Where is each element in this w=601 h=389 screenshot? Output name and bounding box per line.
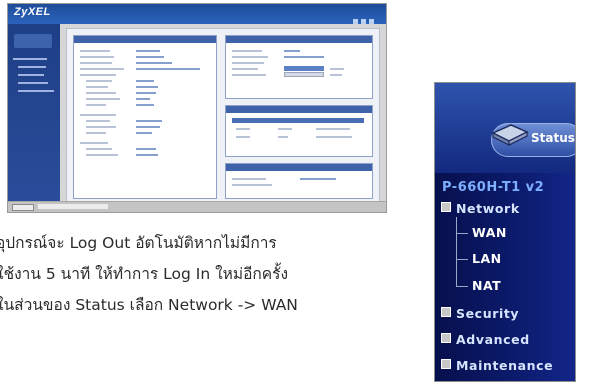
submenu-item-lan[interactable]: LAN: [472, 251, 502, 266]
tree-connector: [456, 217, 457, 287]
screenshot-left-nav: [8, 24, 60, 212]
screenshot-status-badge: [14, 34, 52, 48]
menu-item-label: Maintenance: [456, 358, 554, 373]
caption-line-2: ใช้งาน 5 นาที ให้ทำการ Log In ใหม่อีกครั…: [0, 265, 289, 283]
system-status-panel: [225, 35, 373, 99]
status-button-label: Status: [531, 131, 575, 145]
plus-box-icon: [441, 333, 451, 343]
menu-item-security[interactable]: Security: [441, 306, 519, 321]
menu-item-network[interactable]: Network: [441, 201, 520, 216]
menu-item-label: Network: [456, 201, 520, 216]
screenshot-status-bar: [8, 201, 386, 212]
router-device-icon: [491, 124, 529, 146]
zyxel-logo: ZyXEL: [14, 6, 51, 18]
summary-panel: [225, 163, 373, 199]
model-name: P-660H-T1 v2: [442, 180, 545, 195]
submenu-item-nat[interactable]: NAT: [472, 278, 501, 293]
menu-item-label: Security: [456, 306, 520, 321]
plus-box-icon: [441, 307, 451, 317]
caption-line-1: อุปกรณ์จะ Log Out อัตโนมัติหากไม่มีการ: [0, 234, 277, 252]
window-controls-icon: [350, 9, 378, 24]
device-information-panel: [73, 35, 217, 199]
router-side-menu: Status P-660H-T1 v2 Network WAN LAN NAT …: [434, 82, 576, 382]
caption-line-3: ในส่วนของ Status เลือก Network -> WAN: [0, 296, 298, 314]
submenu-item-wan[interactable]: WAN: [472, 225, 507, 240]
minus-box-icon: [441, 202, 451, 212]
interface-status-panel: [225, 105, 373, 157]
menu-item-label: Advanced: [456, 332, 530, 347]
plus-box-icon: [441, 359, 451, 369]
menu-item-advanced[interactable]: Advanced: [441, 332, 530, 347]
screenshot-content-area: [66, 28, 380, 204]
instruction-caption: อุปกรณ์จะ Log Out อัตโนมัติหากไม่มีการ ใ…: [0, 228, 400, 321]
screenshot-title-bar: ZyXEL: [8, 4, 386, 24]
router-status-screenshot: ZyXEL: [7, 3, 387, 213]
menu-item-maintenance[interactable]: Maintenance: [441, 358, 553, 373]
